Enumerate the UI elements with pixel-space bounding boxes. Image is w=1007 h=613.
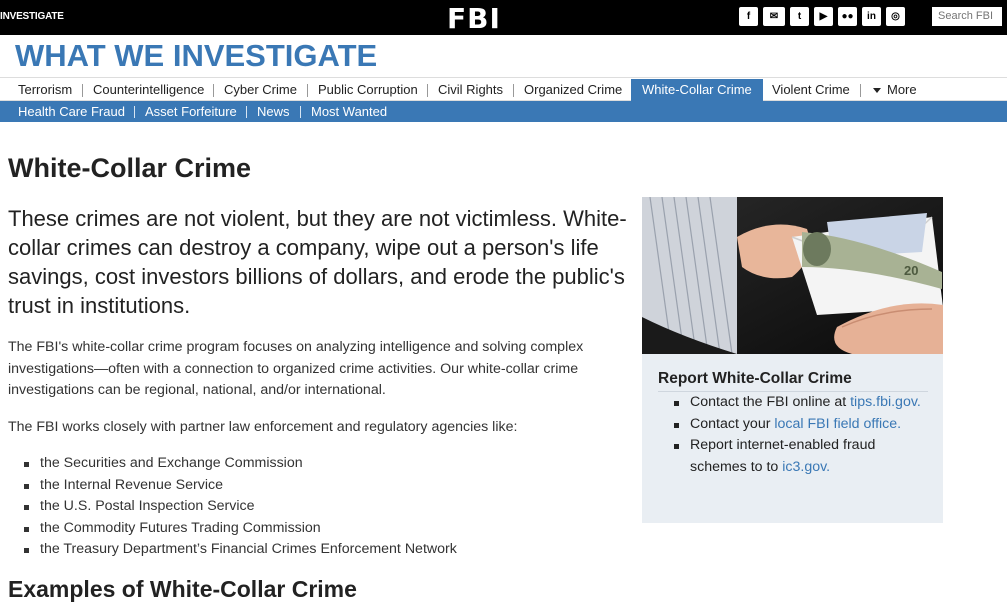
facebook-icon[interactable]: f	[739, 7, 758, 26]
flickr-icon[interactable]: ●●	[838, 7, 857, 26]
nav-item-counterintelligence[interactable]: Counterintelligence	[82, 79, 215, 101]
list-item: the Internal Revenue Service	[24, 475, 457, 497]
subnav-divider	[300, 106, 301, 118]
nav-item-violent-crime[interactable]: Violent Crime	[761, 79, 861, 101]
instagram-icon[interactable]: ◎	[886, 7, 905, 26]
youtube-icon[interactable]: ▶	[814, 7, 833, 26]
list-item: Report internet-enabled fraud schemes to…	[674, 435, 934, 478]
nav-item-cyber-crime[interactable]: Cyber Crime	[213, 79, 308, 101]
top-bar: INVESTIGATE FBI f ✉ t ▶ ●● in ◎	[0, 0, 1007, 35]
linkedin-icon[interactable]: in	[862, 7, 881, 26]
twitter-icon[interactable]: t	[790, 7, 809, 26]
subnav-health-care-fraud[interactable]: Health Care Fraud	[18, 101, 125, 122]
nav-item-terrorism[interactable]: Terrorism	[7, 79, 83, 101]
lead-paragraph: These crimes are not violent, but they a…	[8, 206, 627, 318]
list-item: Contact your local FBI field office.	[674, 414, 934, 436]
report-text: Contact your	[690, 415, 771, 432]
report-title: Report White-Collar Crime	[658, 370, 852, 387]
nav-item-white-collar-crime[interactable]: White-Collar Crime	[631, 79, 763, 101]
chevron-down-icon	[873, 88, 881, 94]
tips-link[interactable]: tips.fbi.gov.	[850, 394, 921, 410]
list-item: the Securities and Exchange Commission	[24, 453, 457, 475]
page-title[interactable]: WHAT WE INVESTIGATE	[15, 38, 377, 74]
subnav-divider	[134, 106, 135, 118]
article-heading: White-Collar Crime	[8, 153, 252, 183]
subnav-asset-forfeiture[interactable]: Asset Forfeiture	[145, 101, 237, 122]
search-input[interactable]	[932, 7, 1002, 26]
envelope-cash-photo: 20	[642, 197, 943, 354]
envelope-cash-illustration: 20	[642, 197, 943, 354]
examples-heading: Examples of White-Collar Crime	[8, 576, 357, 602]
secondary-nav: Health Care Fraud Asset Forfeiture News …	[0, 101, 1007, 122]
list-item: Contact the FBI online at tips.fbi.gov.	[674, 392, 934, 414]
nav-divider	[860, 84, 861, 97]
nav-item-public-corruption[interactable]: Public Corruption	[307, 79, 429, 101]
body-paragraph: The FBI works closely with partner law e…	[8, 419, 518, 435]
report-text: Contact the FBI online at	[690, 394, 847, 410]
section-label[interactable]: INVESTIGATE	[0, 11, 64, 22]
report-list: Contact the FBI online at tips.fbi.gov. …	[674, 392, 934, 478]
subnav-divider	[246, 106, 247, 118]
partner-agencies-list: the Securities and Exchange Commission t…	[24, 453, 457, 561]
primary-nav: Terrorism Counterintelligence Cyber Crim…	[0, 79, 1007, 101]
ic3-link[interactable]: ic3.gov.	[782, 459, 830, 475]
social-links: f ✉ t ▶ ●● in ◎	[739, 7, 905, 26]
subnav-news[interactable]: News	[257, 101, 290, 122]
svg-text:20: 20	[904, 263, 918, 278]
list-item: the U.S. Postal Inspection Service	[24, 496, 457, 518]
report-box: Report White-Collar Crime Contact the FB…	[642, 354, 943, 523]
nav-more-label: More	[887, 82, 917, 97]
body-paragraph: The FBI's white-collar crime program foc…	[8, 339, 584, 398]
subnav-most-wanted[interactable]: Most Wanted	[311, 101, 387, 122]
field-office-link[interactable]: local FBI field office.	[774, 416, 901, 432]
section-header: WHAT WE INVESTIGATE	[0, 35, 1007, 78]
list-item: the Treasury Department’s Financial Crim…	[24, 539, 457, 561]
nav-item-more[interactable]: More	[862, 79, 928, 101]
fbi-logo[interactable]: FBI	[447, 2, 501, 35]
email-icon[interactable]: ✉	[763, 7, 785, 26]
nav-item-organized-crime[interactable]: Organized Crime	[513, 79, 633, 101]
list-item: the Commodity Futures Trading Commission	[24, 518, 457, 540]
nav-item-civil-rights[interactable]: Civil Rights	[427, 79, 514, 101]
